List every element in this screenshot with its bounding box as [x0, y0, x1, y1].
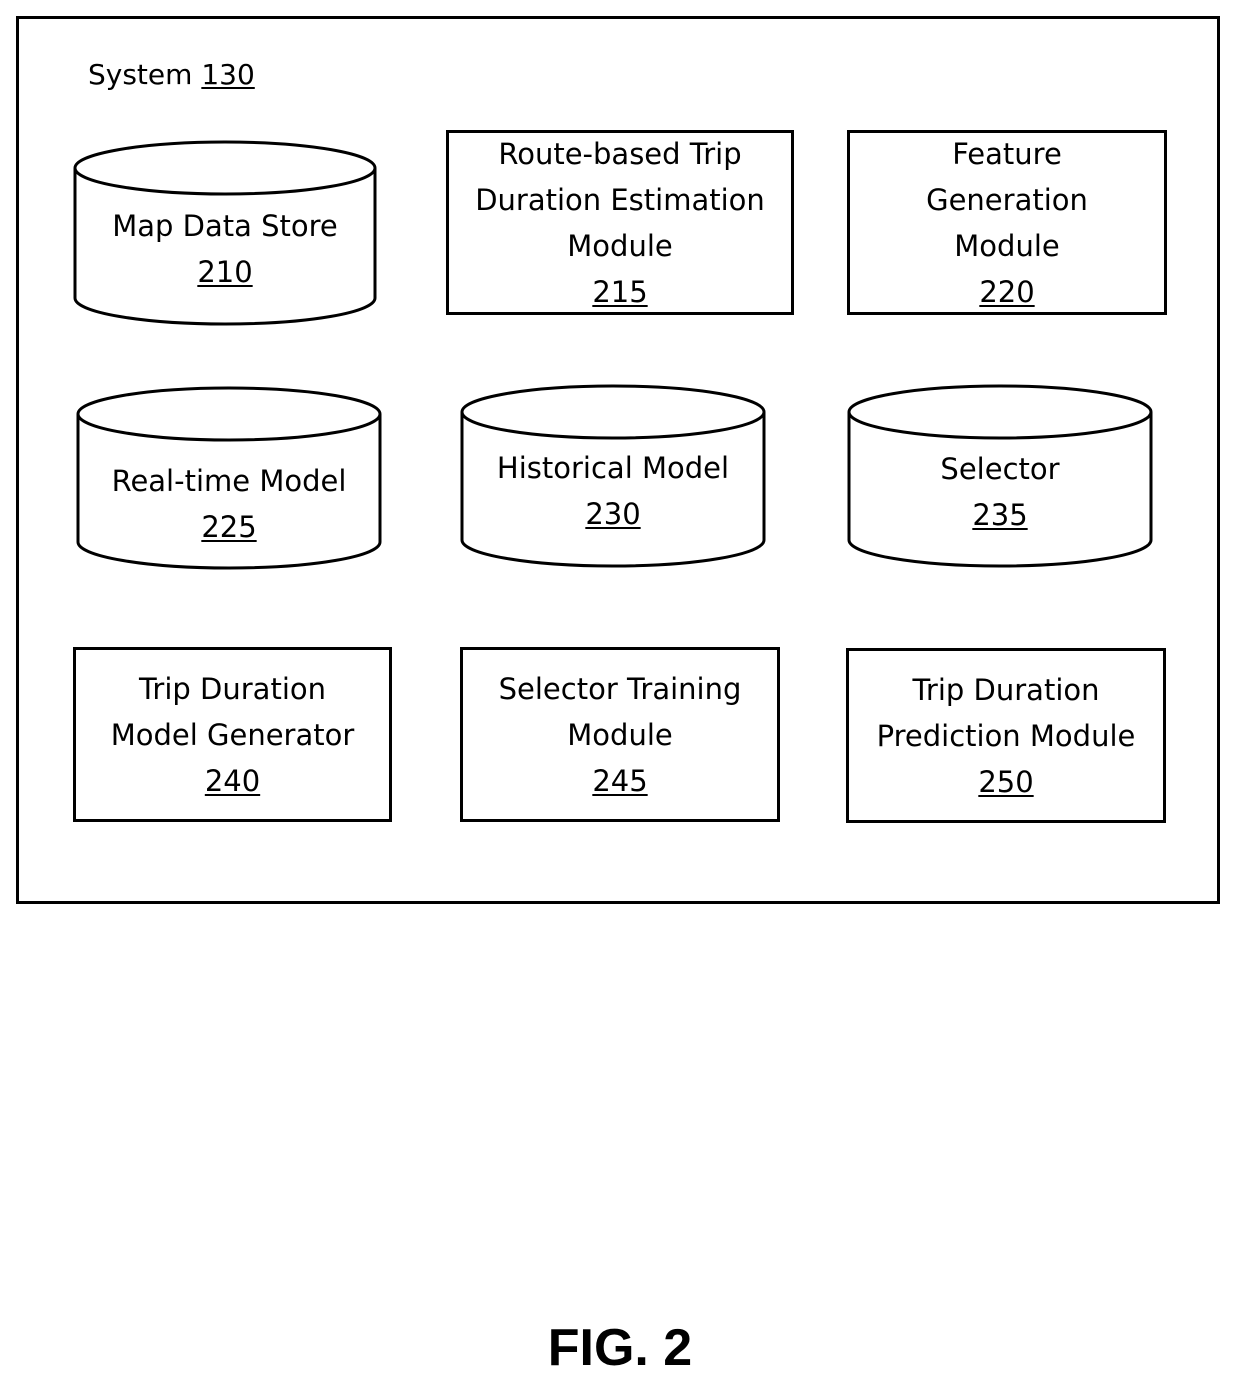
trip-duration-model-generator-box: Trip Duration Model Generator 240 — [73, 647, 392, 822]
route-based-trip-duration-estimation-module-box: Route-based Trip Duration Estimation Mod… — [446, 130, 794, 315]
component-ref: 230 — [585, 497, 641, 531]
component-ref: 250 — [978, 764, 1034, 799]
selector-training-module-box: Selector Training Module 245 — [460, 647, 780, 822]
component-name-line: Module — [567, 228, 673, 263]
component-name-line: Prediction Module — [876, 718, 1136, 753]
real-time-model-cylinder: Real-time Model 225 — [76, 386, 382, 570]
component-ref: 210 — [197, 255, 253, 289]
component-name-line: Model Generator — [110, 717, 355, 752]
system-label-text: System — [88, 58, 193, 91]
component-ref: 235 — [972, 498, 1028, 532]
component-name: Map Data Store — [112, 209, 338, 243]
component-ref: 225 — [201, 510, 257, 544]
selector-cylinder: Selector 235 — [847, 384, 1153, 568]
component-name-line: Trip Duration — [912, 672, 1100, 707]
map-data-store-cylinder: Map Data Store 210 — [73, 140, 377, 326]
component-name-line: Selector Training — [498, 671, 742, 706]
system-label: System 130 — [88, 58, 255, 91]
component-name-line: Duration Estimation — [475, 182, 765, 217]
component-ref: 215 — [592, 274, 648, 309]
component-name-line: Generation — [926, 182, 1088, 217]
component-name-line: Module — [954, 228, 1060, 263]
component-name: Selector — [940, 452, 1060, 486]
component-name-line: Trip Duration — [138, 671, 326, 706]
component-ref: 240 — [204, 763, 261, 798]
component-name-line: Module — [567, 717, 673, 752]
component-name-line: Route-based Trip — [498, 136, 742, 171]
system-ref: 130 — [201, 58, 255, 91]
component-ref: 245 — [592, 763, 648, 798]
component-name-line: Feature — [952, 136, 1062, 171]
figure-caption: FIG. 2 — [547, 1319, 693, 1377]
feature-generation-module-box: Feature Generation Module 220 — [847, 130, 1167, 315]
component-name: Real-time Model — [111, 464, 347, 498]
historical-model-cylinder: Historical Model 230 — [460, 384, 766, 568]
component-ref: 220 — [979, 274, 1035, 309]
trip-duration-prediction-module-box: Trip Duration Prediction Module 250 — [846, 648, 1166, 823]
component-name: Historical Model — [496, 451, 730, 485]
